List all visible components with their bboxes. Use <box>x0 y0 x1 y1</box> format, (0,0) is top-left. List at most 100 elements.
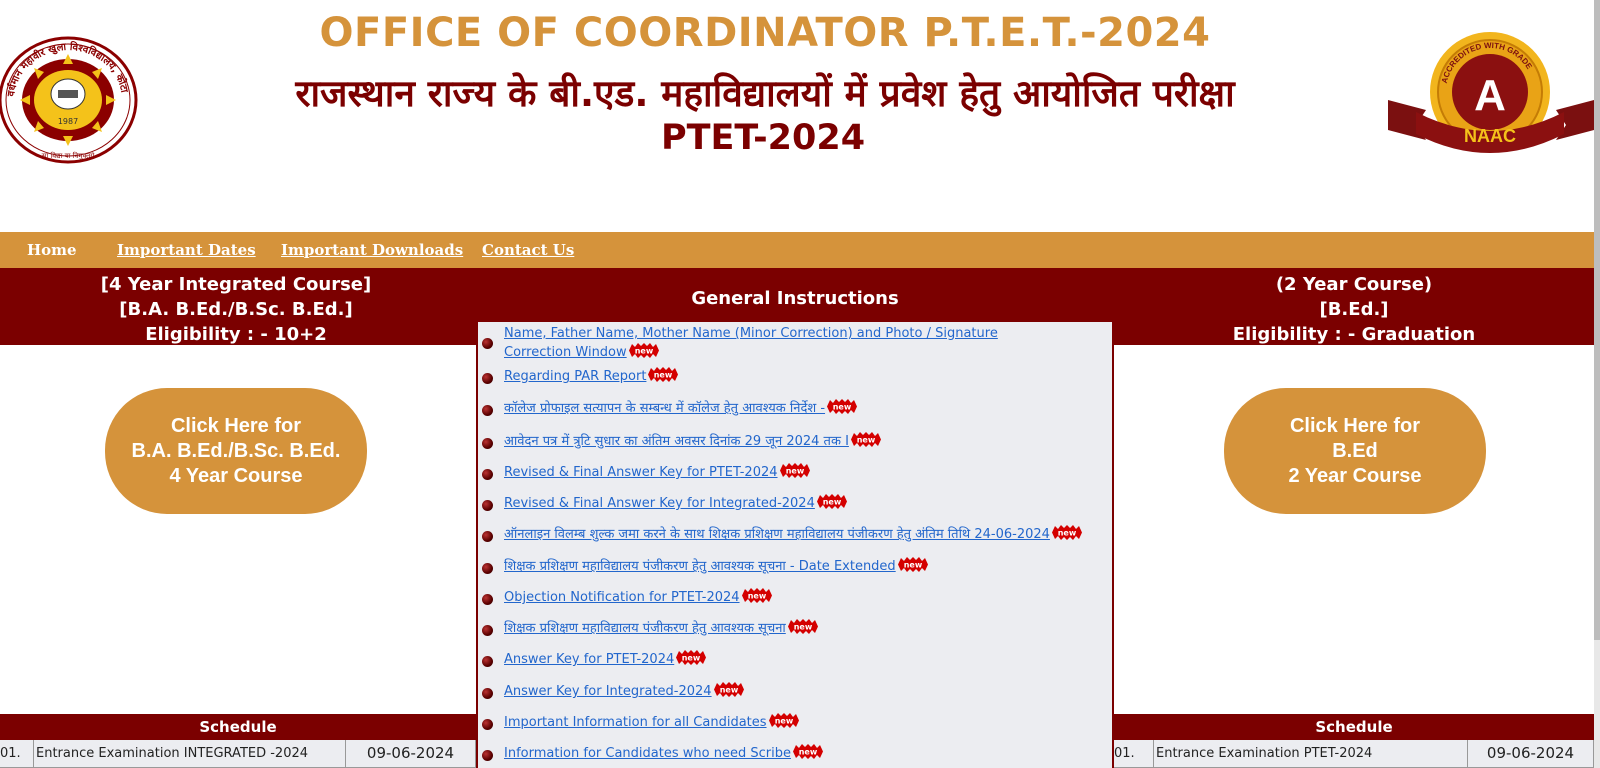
schedule-date: 09-06-2024 <box>346 740 476 768</box>
instruction-link[interactable]: आवेदन पत्र में त्रुटि सुधार का अंतिम अवस… <box>504 432 1104 451</box>
general-instructions-heading: General Instructions <box>691 288 899 309</box>
new-badge-icon: new <box>897 557 928 572</box>
instruction-link-text: Revised & Final Answer Key for PTET-2024 <box>504 465 778 480</box>
scrollbar-thumb[interactable] <box>1594 0 1600 640</box>
nav-important-downloads[interactable]: Important Downloads <box>281 241 463 259</box>
integrated-course-button[interactable]: Click Here for B.A. B.Ed./B.Sc. B.Ed. 4 … <box>105 388 367 514</box>
bullet-icon <box>482 625 493 636</box>
instruction-link-text: Information for Candidates who need Scri… <box>504 746 791 761</box>
instruction-link-text: शिक्षक प्रशिक्षण महाविद्यालय पंजीकरण हेत… <box>504 621 786 636</box>
new-badge-icon: new <box>648 367 679 382</box>
instruction-link-text: आवेदन पत्र में त्रुटि सुधार का अंतिम अवस… <box>504 434 849 449</box>
instruction-link[interactable]: शिक्षक प्रशिक्षण महाविद्यालय पंजीकरण हेत… <box>504 557 1104 576</box>
page-subtitle-hindi: राजस्थान राज्य के बी.एड. महाविद्यालयों म… <box>295 72 1235 115</box>
new-badge-icon: new <box>676 650 707 665</box>
instruction-link[interactable]: Objection Notification for PTET-2024 new <box>504 588 1104 607</box>
instruction-link-text: Revised & Final Answer Key for Integrate… <box>504 496 815 511</box>
instruction-link[interactable]: Answer Key for PTET-2024 new <box>504 650 1104 669</box>
bed-course-title: (2 Year Course) <box>1275 274 1433 295</box>
schedule-sno: 01. <box>1114 740 1154 768</box>
page-scrollbar[interactable] <box>1594 0 1600 768</box>
instruction-link-text: Answer Key for Integrated-2024 <box>504 684 712 699</box>
new-badge-text: new <box>1058 529 1077 538</box>
instruction-link[interactable]: Important Information for all Candidates… <box>504 713 1104 732</box>
bed-button-line3: 2 Year Course <box>1288 464 1422 487</box>
bed-button-line1: Click Here for <box>1289 414 1421 437</box>
bed-course-info: (2 Year Course) [B.Ed.] Eligibility : - … <box>1114 272 1594 347</box>
instructions-list: Name, Father Name, Mother Name (Minor Co… <box>476 322 1114 768</box>
new-badge-icon: new <box>816 494 847 509</box>
new-badge-icon: new <box>792 744 823 759</box>
bullet-icon <box>482 688 493 699</box>
integrated-button-line2: B.A. B.Ed./B.Sc. B.Ed. <box>131 439 341 462</box>
bed-course-button[interactable]: Click Here for B.Ed 2 Year Course <box>1224 388 1486 514</box>
instruction-link-text: Answer Key for PTET-2024 <box>504 652 675 667</box>
new-badge-icon: new <box>628 343 659 358</box>
nav-contact-us[interactable]: Contact Us <box>482 241 574 259</box>
instruction-link-text: Regarding PAR Report <box>504 369 647 384</box>
page-title: OFFICE OF COORDINATOR P.T.E.T.-2024 <box>319 10 1211 56</box>
new-badge-text: new <box>719 686 738 695</box>
nav-home[interactable]: Home <box>27 241 77 259</box>
instruction-link-text: कॉलेज प्रोफाइल सत्यापन के सम्बन्ध में कॉ… <box>504 401 826 416</box>
bullet-icon <box>482 405 493 416</box>
schedule-heading-integrated: Schedule <box>0 714 476 740</box>
bullet-icon <box>482 500 493 511</box>
new-badge-text: new <box>634 347 653 356</box>
bullet-icon <box>482 563 493 574</box>
bullet-icon <box>482 338 493 349</box>
new-badge-text: new <box>794 623 813 632</box>
bullet-icon <box>482 438 493 449</box>
instruction-link-text: ऑनलाइन विलम्ब शुल्क जमा करने के साथ शिक्… <box>504 527 1050 542</box>
nav-important-dates[interactable]: Important Dates <box>117 241 256 259</box>
integrated-course-degrees: [B.A. B.Ed./B.Sc. B.Ed.] <box>119 299 353 320</box>
instruction-link[interactable]: Revised & Final Answer Key for PTET-2024… <box>504 463 1104 482</box>
bed-button-line2: B.Ed <box>1332 439 1378 462</box>
schedule-event: Entrance Examination INTEGRATED -2024 <box>34 740 346 768</box>
new-badge-text: new <box>833 403 852 412</box>
instruction-link[interactable]: Regarding PAR Report new <box>504 367 1104 386</box>
schedule-event: Entrance Examination PTET-2024 <box>1154 740 1468 768</box>
instruction-link-text: Name, Father Name, Mother Name (Minor Co… <box>504 326 998 360</box>
instruction-link-text: शिक्षक प्रशिक्षण महाविद्यालय पंजीकरण हेत… <box>504 559 896 574</box>
schedule-date: 09-06-2024 <box>1468 740 1594 768</box>
new-badge-text: new <box>682 654 701 663</box>
new-badge-text: new <box>823 498 842 507</box>
bed-course-eligibility: Eligibility : - Graduation <box>1232 324 1476 345</box>
bed-course-degree: [B.Ed.] <box>1319 299 1389 320</box>
instruction-link[interactable]: Answer Key for Integrated-2024 new <box>504 682 1104 701</box>
naac-label: NAAC <box>1464 126 1516 146</box>
new-badge-text: new <box>774 717 793 726</box>
new-badge-icon: new <box>741 588 772 603</box>
new-badge-icon: new <box>827 399 858 414</box>
instruction-link[interactable]: ऑनलाइन विलम्ब शुल्क जमा करने के साथ शिक्… <box>504 525 1104 544</box>
instruction-link[interactable]: Revised & Final Answer Key for Integrate… <box>504 494 1104 513</box>
integrated-course-title: [4 Year Integrated Course] <box>100 274 372 295</box>
instruction-link[interactable]: शिक्षक प्रशिक्षण महाविद्यालय पंजीकरण हेत… <box>504 619 1104 638</box>
bullet-icon <box>482 373 493 384</box>
naac-grade: A <box>1474 71 1506 120</box>
new-badge-icon: new <box>713 682 744 697</box>
integrated-course-info: [4 Year Integrated Course] [B.A. B.Ed./B… <box>0 272 472 347</box>
instruction-link-text: Objection Notification for PTET-2024 <box>504 590 740 605</box>
new-badge-icon: new <box>1051 525 1082 540</box>
schedule-row-bed: 01. Entrance Examination PTET-2024 09-06… <box>1114 740 1594 768</box>
naac-badge-icon: A NAAC ACCREDITED WITH GRADE <box>1388 32 1594 153</box>
new-badge-text: new <box>799 748 818 757</box>
bullet-icon <box>482 594 493 605</box>
integrated-button-line3: 4 Year Course <box>169 464 303 487</box>
bullet-icon <box>482 469 493 480</box>
exam-title: PTET-2024 <box>660 118 866 158</box>
new-badge-text: new <box>903 561 922 570</box>
instruction-link[interactable]: Name, Father Name, Mother Name (Minor Co… <box>504 324 1064 362</box>
new-badge-icon: new <box>850 432 881 447</box>
page-header: 1987 वर्धमान महावीर खुला विश्वविद्यालय, … <box>0 0 1600 232</box>
schedule-sno: 01. <box>0 740 34 768</box>
instruction-link-text: Important Information for all Candidates <box>504 715 767 730</box>
bullet-icon <box>482 750 493 761</box>
new-badge-icon: new <box>779 463 810 478</box>
main-nav: Home Important Dates Important Downloads… <box>0 232 1594 268</box>
instruction-link[interactable]: Information for Candidates who need Scri… <box>504 744 1104 763</box>
instruction-link[interactable]: कॉलेज प्रोफाइल सत्यापन के सम्बन्ध में कॉ… <box>504 399 1104 418</box>
schedule-heading-bed: Schedule <box>1114 714 1594 740</box>
